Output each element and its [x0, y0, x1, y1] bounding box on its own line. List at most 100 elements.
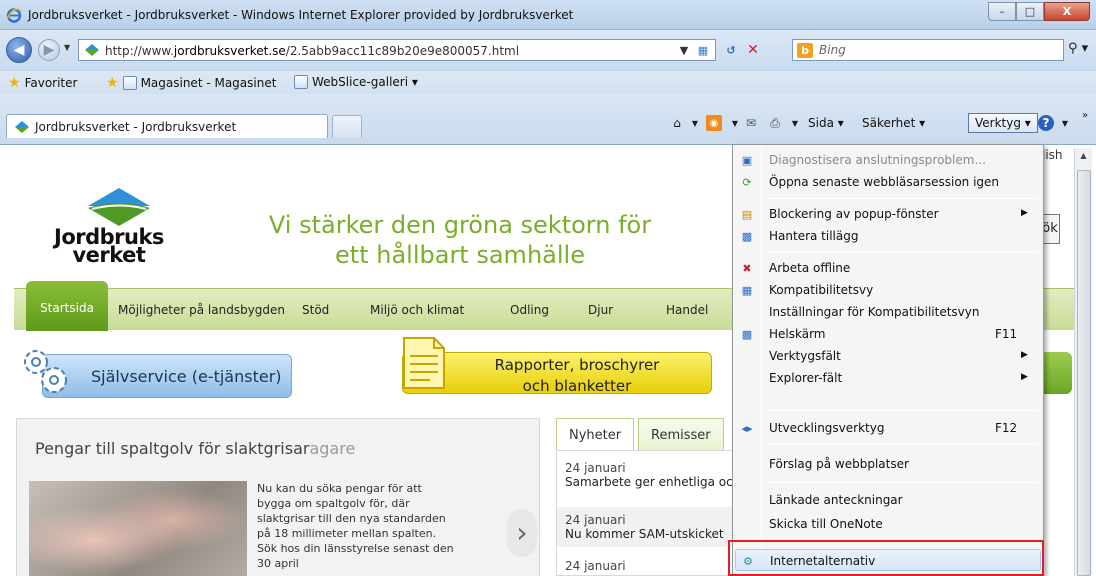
new-tab-button[interactable]	[332, 115, 362, 138]
site-favicon-icon	[15, 120, 29, 133]
menu-item-suggested-sites[interactable]: Förslag på webbplatser	[735, 453, 1041, 475]
submenu-arrow-icon: ▶	[1021, 372, 1028, 382]
next-arrow-icon[interactable]: ›	[507, 509, 537, 557]
maximize-button[interactable]: □	[1016, 2, 1044, 21]
favorites-button[interactable]: ★ Favoriter	[8, 75, 77, 91]
gears-icon	[24, 350, 67, 393]
nav-item-djur[interactable]: Djur	[588, 303, 613, 317]
featured-news-body: Nu kan du söka pengar för att bygga om s…	[257, 482, 454, 570]
tools-dropdown-menu: ▣ Diagnostisera anslutningsproblem... ⟳ …	[732, 144, 1044, 576]
news-item[interactable]: 24 januari Nu kommer SAM-utskicket	[557, 507, 737, 547]
safety-menu[interactable]: Säkerhet ▾	[862, 116, 925, 130]
address-dropdown-icon[interactable]: ▼	[678, 39, 690, 61]
stop-icon[interactable]: ✕	[744, 39, 762, 61]
menu-item-diagnose[interactable]: ▣ Diagnostisera anslutningsproblem...	[735, 149, 1041, 171]
window-titlebar: Jordbruksverket - Jordbruksverket - Wind…	[0, 0, 1096, 30]
menu-item-send-onenote[interactable]: Skicka till OneNote	[735, 513, 1041, 535]
close-button[interactable]: X	[1044, 2, 1090, 21]
vertical-scrollbar[interactable]: ▲	[1074, 148, 1092, 576]
popup-blocker-icon: ▤	[741, 207, 753, 221]
menu-item-linked-notes[interactable]: Länkade anteckningar	[735, 489, 1041, 511]
tab-jordbruksverket[interactable]: Jordbruksverket - Jordbruksverket	[6, 114, 328, 138]
submenu-arrow-icon: ▶	[1021, 350, 1028, 360]
menu-separator	[765, 198, 1039, 199]
page-menu[interactable]: Sida ▾	[808, 116, 844, 130]
dev-tools-icon: ◂▸	[741, 421, 753, 435]
menu-item-fullscreen[interactable]: ▩ Helskärm F11	[735, 323, 1041, 345]
menu-item-popup-blocker[interactable]: ▤ Blockering av popup-fönster ▶	[735, 203, 1041, 225]
nav-item-startsida[interactable]: Startsida	[26, 281, 108, 331]
read-mail-icon[interactable]: ✉	[742, 114, 760, 132]
search-go-icon[interactable]: ⚲ ▾	[1068, 41, 1088, 56]
print-dropdown-icon[interactable]: ▼	[786, 114, 804, 132]
scroll-up-icon[interactable]: ▲	[1075, 148, 1092, 164]
rss-feed-icon[interactable]: ◉	[706, 115, 722, 131]
url-text: http://www.jordbruksverket.se/2.5abb9acc…	[105, 44, 520, 58]
menu-item-dev-tools[interactable]: ◂▸ Utvecklingsverktyg F12	[735, 417, 1041, 439]
tools-menu[interactable]: Verktyg ▾	[968, 113, 1038, 133]
self-service-button[interactable]: Självservice (e-tjänster)	[42, 354, 292, 398]
shortcut-f12: F12	[995, 421, 1018, 435]
home-icon[interactable]: ⌂	[668, 114, 686, 132]
featured-news: Pengar till spaltgolv för slaktgrisaraga…	[16, 418, 540, 576]
news-item[interactable]: 24 januari Samarbete ger enhetliga oc	[557, 461, 737, 501]
tab-title: Jordbruksverket - Jordbruksverket	[35, 119, 237, 134]
english-link[interactable]: lish	[1042, 148, 1063, 162]
favorites-link-webslice[interactable]: WebSlice-galleri ▾	[294, 75, 418, 89]
reports-label-2: och blanketter	[522, 377, 632, 395]
nav-item-miljo[interactable]: Miljö och klimat	[370, 303, 464, 317]
help-icon[interactable]: ?	[1038, 115, 1054, 131]
offline-icon: ✖	[742, 261, 752, 275]
toolbar-overflow-icon[interactable]: »	[1076, 106, 1094, 124]
menu-separator	[765, 410, 1039, 411]
address-bar[interactable]: http://www.jordbruksverket.se/2.5abb9acc…	[78, 39, 716, 61]
minimize-button[interactable]: –	[988, 2, 1016, 21]
submenu-arrow-icon: ▶	[1021, 208, 1028, 218]
favorites-link-magasinet[interactable]: ★ Magasinet - Magasinet	[106, 75, 276, 91]
menu-item-work-offline[interactable]: ✖ Arbeta offline	[735, 257, 1041, 279]
address-toolbar: ◀ ▶ ▼ http://www.jordbruksverket.se/2.5a…	[0, 30, 1096, 70]
featured-news-title[interactable]: Pengar till spaltgolv för slaktgrisaraga…	[35, 439, 355, 458]
search-input[interactable]: b Bing	[792, 39, 1064, 61]
back-button[interactable]: ◀	[6, 37, 32, 63]
news-list: 24 januari Samarbete ger enhetliga oc 24…	[556, 450, 737, 576]
scroll-thumb[interactable]	[1077, 170, 1091, 576]
nav-item-landsbygden[interactable]: Möjligheter på landsbygden	[118, 303, 285, 317]
favorites-link-label: Magasinet - Magasinet	[140, 76, 277, 90]
compat-view-icon: ▦	[741, 283, 753, 297]
favorites-link-label: WebSlice-galleri ▾	[312, 75, 418, 89]
reports-label-1: Rapporter, broschyrer	[494, 356, 660, 374]
bing-logo-icon: b	[797, 43, 813, 58]
history-dropdown-icon[interactable]: ▼	[64, 43, 70, 52]
compatibility-view-icon[interactable]: ▦	[694, 39, 712, 61]
print-icon[interactable]: ⎙	[766, 114, 784, 132]
addons-icon: ▩	[741, 229, 753, 243]
forward-button[interactable]: ▶	[38, 39, 60, 61]
nav-item-handel[interactable]: Handel	[666, 303, 708, 317]
refresh-icon[interactable]: ↺	[722, 39, 740, 61]
nav-item-stod[interactable]: Stöd	[302, 303, 329, 317]
jordbruksverket-logo-icon	[88, 188, 150, 226]
menu-item-manage-addons[interactable]: ▩ Hantera tillägg	[735, 225, 1041, 247]
menu-item-explorer-bars[interactable]: Explorer-fält ▶	[735, 367, 1041, 389]
menu-item-reopen-session[interactable]: ⟳ Öppna senaste webbläsarsession igen	[735, 171, 1041, 193]
nav-item-odling[interactable]: Odling	[510, 303, 549, 317]
tab-nyheter[interactable]: Nyheter	[556, 418, 635, 450]
tab-remisser[interactable]: Remisser	[638, 418, 724, 450]
menu-item-compat-settings[interactable]: Inställningar för Kompatibilitetsvyn	[735, 301, 1041, 323]
ie-logo-icon	[6, 8, 22, 23]
menu-item-toolbars[interactable]: Verktygsfält ▶	[735, 345, 1041, 367]
menu-separator	[765, 482, 1039, 483]
page-icon	[294, 75, 308, 89]
tab-command-bar: Jordbruksverket - Jordbruksverket ⌂ ▼ ◉ …	[0, 94, 1096, 144]
reports-button[interactable]: Rapporter, broschyrer och blanketter	[402, 352, 712, 395]
diagnose-icon: ▣	[741, 153, 753, 167]
window-title: Jordbruksverket - Jordbruksverket - Wind…	[28, 8, 574, 22]
home-dropdown-icon[interactable]: ▼	[686, 114, 704, 132]
news-item[interactable]: 24 januari	[557, 559, 737, 576]
help-dropdown-icon[interactable]: ▼	[1056, 114, 1074, 132]
shortcut-f11: F11	[995, 327, 1018, 341]
site-favicon-icon	[85, 44, 99, 56]
add-favorite-icon: ★	[106, 75, 119, 91]
menu-item-compat-view[interactable]: ▦ Kompatibilitetsvy	[735, 279, 1041, 301]
